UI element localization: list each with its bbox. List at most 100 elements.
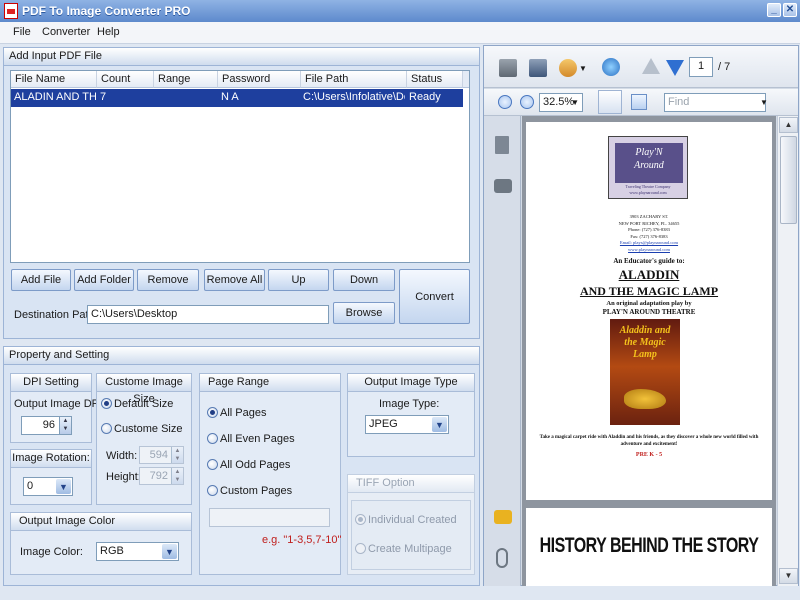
convert-button[interactable]: Convert <box>399 269 470 324</box>
zoom-value: 32.5% <box>543 96 575 108</box>
comments-icon[interactable] <box>494 510 512 524</box>
cell-file-name: ALADIN AND TH... <box>14 91 96 103</box>
remove-button[interactable]: Remove <box>137 269 199 291</box>
custom-pages-input[interactable] <box>209 508 330 527</box>
even-pages-radio[interactable] <box>207 433 218 444</box>
pdf-page-1: Play'N Around Traveling Theatre Company … <box>526 122 772 500</box>
height-spin-arrows-icon[interactable]: ▲ ▼ <box>171 468 183 484</box>
tiff-inner-box <box>351 500 471 570</box>
zoom-dropdown-arrow-icon[interactable]: ▼ <box>571 94 579 111</box>
col-password[interactable]: Password <box>218 71 301 88</box>
width-spinner[interactable]: 594 ▲ ▼ <box>139 446 184 464</box>
chevron-down-icon[interactable]: ▼ <box>56 479 71 494</box>
email-dropdown-arrow-icon[interactable]: ▼ <box>579 64 587 73</box>
aladdin-poster-image: Aladdin and the Magic Lamp <box>610 319 680 425</box>
col-count[interactable]: Count <box>97 71 154 88</box>
chevron-down-icon[interactable]: ▼ <box>432 417 447 432</box>
browse-button[interactable]: Browse <box>333 302 395 324</box>
scroll-down-arrow-icon[interactable]: ▼ <box>779 568 798 584</box>
logo-panel: Play'N Around <box>615 143 683 183</box>
custom-size-group: Custome Image Size <box>96 373 192 505</box>
output-type-group-title: Output Image Type <box>348 374 474 392</box>
odd-pages-radio[interactable] <box>207 459 218 470</box>
save-icon[interactable] <box>529 59 547 77</box>
table-row[interactable]: ALADIN AND TH... 7 N A C:\Users\Infolati… <box>11 89 463 107</box>
color-group-title: Output Image Color <box>11 513 191 531</box>
remove-all-button[interactable]: Remove All <box>204 269 265 291</box>
page-number-input[interactable]: 1 <box>689 57 713 77</box>
custom-pages-radio[interactable] <box>207 485 218 496</box>
rotation-select[interactable]: 0 ▼ <box>23 477 73 496</box>
dpi-spinner[interactable]: 96 ▲ ▼ <box>21 416 72 435</box>
height-spinner[interactable]: 792 ▲ ▼ <box>139 467 184 485</box>
doc-title-magic-lamp: AND THE MAGIC LAMP <box>579 284 719 298</box>
chevron-down-icon[interactable]: ▼ <box>162 544 177 559</box>
address-web: www.playnaround.com <box>628 246 670 252</box>
print-icon[interactable] <box>499 59 517 77</box>
add-file-button[interactable]: Add File <box>11 269 71 291</box>
menu-help[interactable]: Help <box>97 26 120 38</box>
pdf-app-icon <box>4 3 18 19</box>
fit-page-icon[interactable] <box>631 94 647 110</box>
move-down-button[interactable]: Down <box>333 269 395 291</box>
create-multipage-radio[interactable] <box>355 543 366 554</box>
logo-url: www.playnaround.com <box>629 190 667 195</box>
email-icon[interactable] <box>559 59 577 77</box>
viewer-scrollbar[interactable]: ▲ ▼ <box>777 116 798 586</box>
scroll-thumb[interactable] <box>780 136 797 224</box>
destination-path-input[interactable]: C:\Users\Desktop <box>87 305 329 324</box>
move-up-button[interactable]: Up <box>268 269 329 291</box>
menu-bar: File Converter Help <box>0 22 800 44</box>
doc-title-aladdin: ALADDIN <box>618 267 680 282</box>
search-binoculars-icon[interactable] <box>494 179 512 193</box>
history-heading: HISTORY BEHIND THE STORY <box>539 535 759 558</box>
add-folder-button[interactable]: Add Folder <box>74 269 134 291</box>
file-table[interactable]: File Name Count Range Password File Path… <box>10 70 470 263</box>
image-color-select[interactable]: RGB ▼ <box>96 542 179 561</box>
find-input[interactable]: Find <box>664 93 766 112</box>
individual-created-radio[interactable] <box>355 514 366 525</box>
next-page-icon[interactable] <box>666 60 684 76</box>
width-spin-arrows-icon[interactable]: ▲ ▼ <box>171 447 183 463</box>
default-size-radio[interactable] <box>101 398 112 409</box>
custom-pages-label: Custom Pages <box>220 485 293 497</box>
cell-password: N A <box>221 91 239 103</box>
zoom-in-icon[interactable] <box>520 95 534 109</box>
custom-size-label: Custome Size <box>114 423 183 435</box>
custom-size-radio[interactable] <box>101 423 112 434</box>
fit-width-icon[interactable] <box>598 90 622 114</box>
grade-range: PRE K - 5 <box>635 452 663 458</box>
menu-converter[interactable]: Converter <box>42 26 90 38</box>
title-bar: PDF To Image Converter PRO _ ✕ <box>0 0 800 22</box>
input-panel-header: Add Input PDF File <box>4 48 479 66</box>
previous-page-icon[interactable] <box>642 58 660 74</box>
col-file-path[interactable]: File Path <box>301 71 407 88</box>
doc-blurb: Take a magical carpet ride with Aladdin … <box>539 435 759 447</box>
page-range-hint: e.g. "1-3,5,7-10" <box>262 534 342 546</box>
col-status[interactable]: Status <box>407 71 463 88</box>
close-button[interactable]: ✕ <box>783 3 797 17</box>
pages-panel-icon[interactable] <box>495 136 509 154</box>
viewer-toolbar-top: ▼ 1 / 7 <box>484 46 798 88</box>
all-pages-radio[interactable] <box>207 407 218 418</box>
menu-file[interactable]: File <box>13 26 31 38</box>
rotation-group-title: Image Rotation: <box>11 450 91 468</box>
attachments-paperclip-icon[interactable] <box>496 548 508 568</box>
cell-count: 7 <box>100 91 107 103</box>
pdf-page-area[interactable]: Play'N Around Traveling Theatre Company … <box>522 116 776 586</box>
minimize-button[interactable]: _ <box>767 3 781 17</box>
image-type-select[interactable]: JPEG ▼ <box>365 415 449 434</box>
logo-text-line1: Play'N <box>635 147 663 158</box>
find-dropdown-arrow-icon[interactable]: ▼ <box>760 98 768 107</box>
web-globe-icon[interactable] <box>602 58 620 76</box>
col-file-name[interactable]: File Name <box>11 71 97 88</box>
scroll-up-arrow-icon[interactable]: ▲ <box>779 117 798 133</box>
playnaround-logo: Play'N Around Traveling Theatre Company … <box>608 136 688 199</box>
rotation-value: 0 <box>27 480 34 492</box>
dpi-spin-arrows-icon[interactable]: ▲ ▼ <box>59 417 71 434</box>
zoom-select[interactable]: 32.5% ▼ <box>539 93 583 112</box>
height-label: Height: <box>106 471 141 483</box>
col-range[interactable]: Range <box>154 71 218 88</box>
educator-guide-line: An Educator's guide to: <box>613 257 685 265</box>
zoom-out-icon[interactable] <box>498 95 512 109</box>
